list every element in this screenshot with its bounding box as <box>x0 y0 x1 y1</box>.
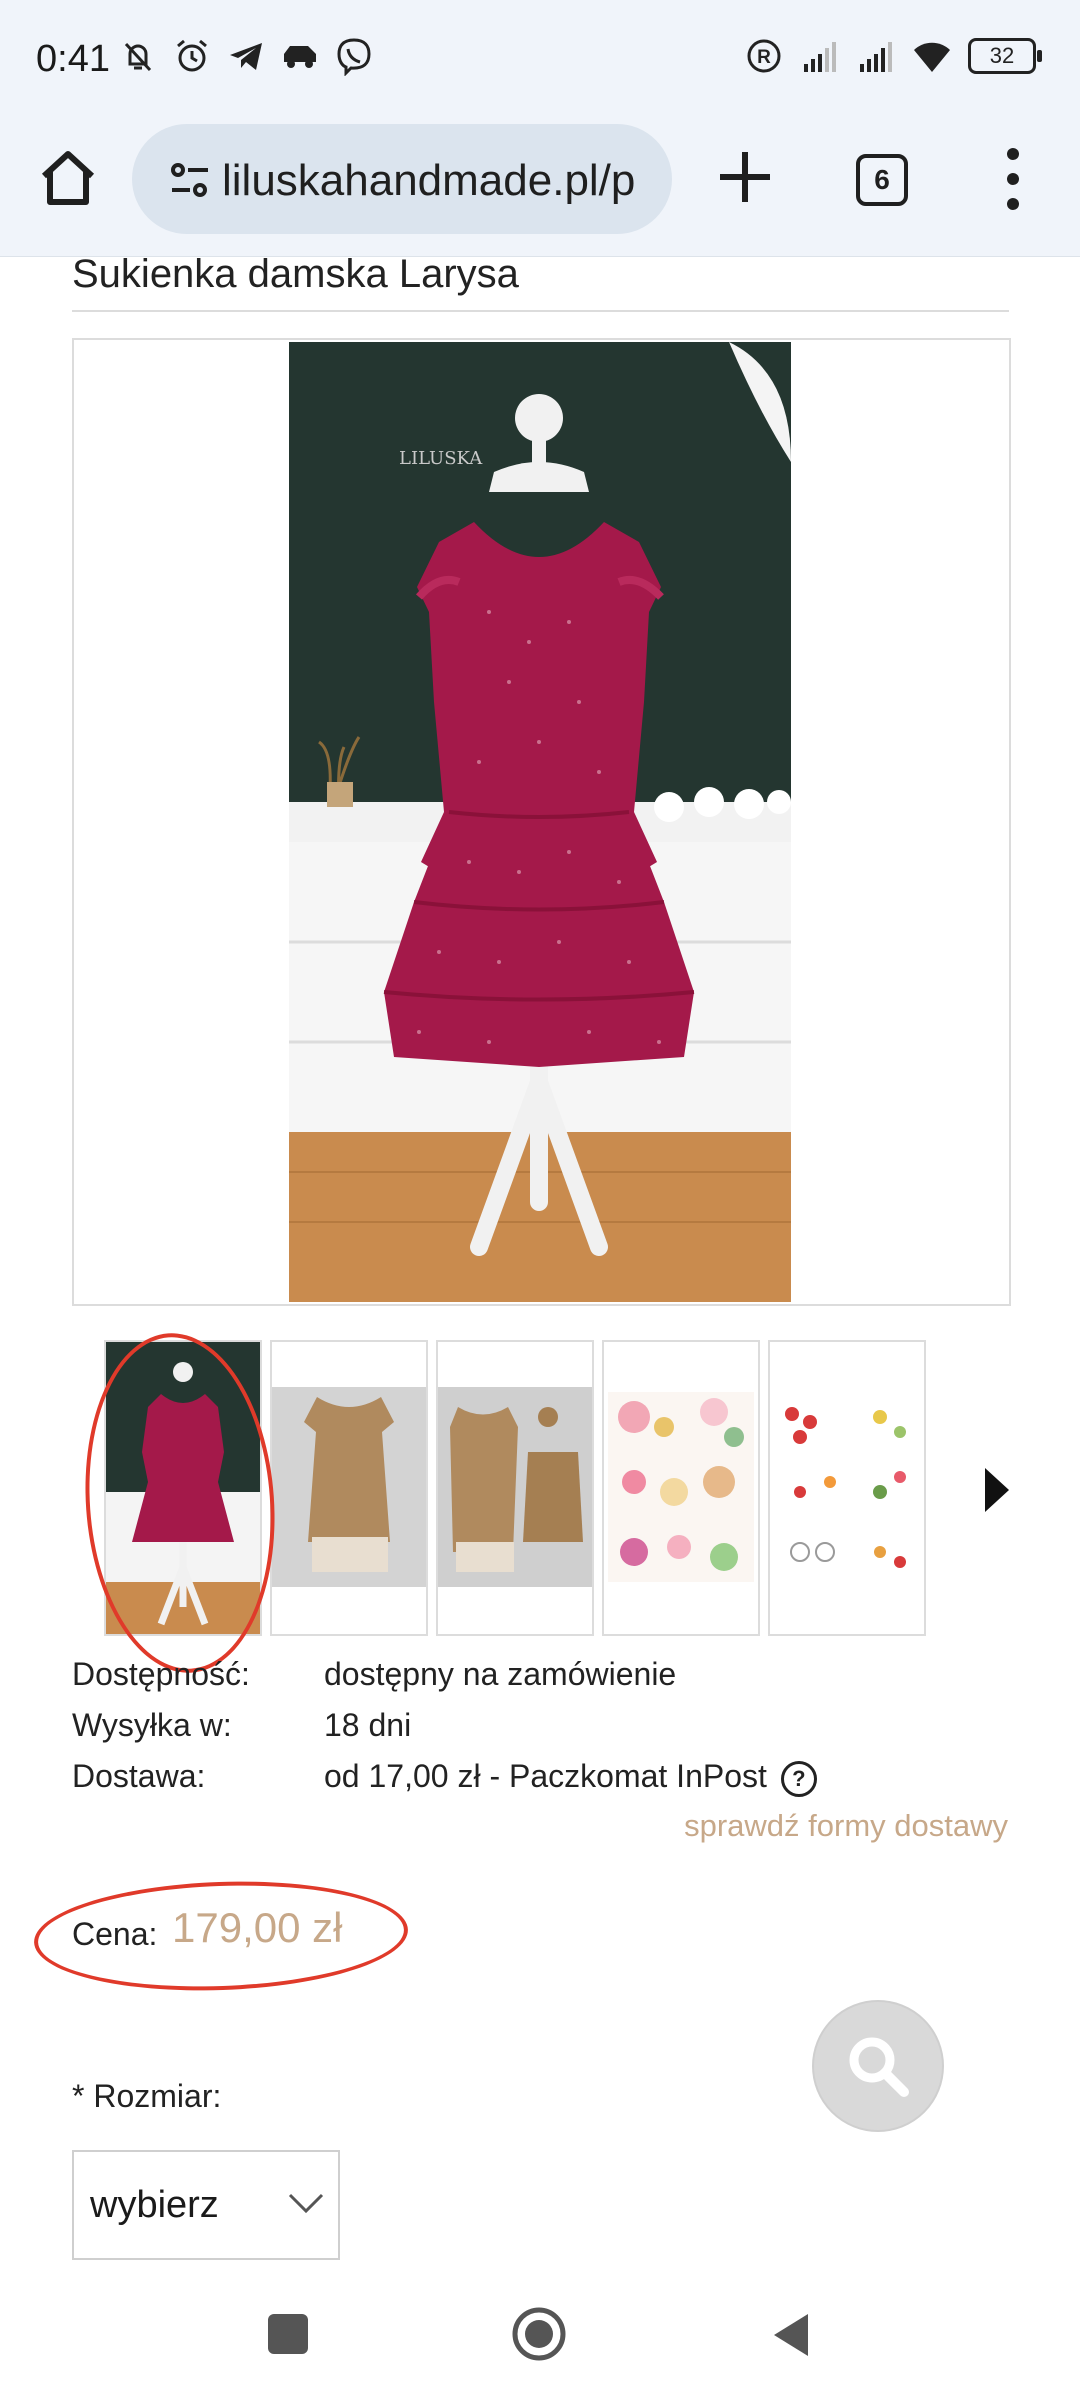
wifi-icon <box>914 42 950 72</box>
url-text[interactable]: liluskahandmade.pl/p <box>222 156 635 206</box>
annotation-circle-price <box>32 1875 410 1997</box>
shipping-time-label: Wysyłka w: <box>72 1707 232 1743</box>
delivery-value-wrap: od 17,00 zł - Paczkomat InPost? <box>324 1758 817 1797</box>
car-icon <box>284 46 316 68</box>
tab-switcher-button[interactable]: 6 <box>856 154 908 206</box>
search-icon <box>849 2037 909 2097</box>
registered-icon: R <box>747 39 781 73</box>
browser-toolbar: liluskahandmade.pl/p 6 <box>0 120 1080 257</box>
availability-label: Dostępność: <box>72 1656 250 1692</box>
help-icon[interactable]: ? <box>780 1760 817 1797</box>
thumbnail-5[interactable] <box>768 1340 926 1636</box>
signal-icon <box>860 42 892 72</box>
availability-value: dostępny na zamówienie <box>324 1656 677 1692</box>
telegram-icon <box>230 43 262 70</box>
back-button[interactable] <box>768 2310 816 2360</box>
thumbnail-4[interactable] <box>602 1340 760 1636</box>
main-product-image[interactable]: LILUSKA <box>72 338 1011 1306</box>
svg-text:R: R <box>757 47 771 68</box>
size-select[interactable]: wybierz <box>72 2150 340 2260</box>
chevron-down-icon <box>288 2193 324 2214</box>
image-watermark: LILUSKA <box>399 448 483 469</box>
next-thumbnail-arrow-icon[interactable] <box>985 1468 1009 1512</box>
thumbnail-2[interactable] <box>270 1340 428 1636</box>
floral-patterns-thumbnail <box>608 1392 754 1582</box>
muted-bell-icon <box>124 42 152 72</box>
size-label: * Rozmiar: <box>72 2078 222 2114</box>
product-title: Sukienka damska Larysa <box>72 252 519 296</box>
beige-dress-front-thumbnail <box>272 1387 426 1587</box>
delivery-options-link[interactable]: sprawdź formy dostawy <box>684 1808 1008 1844</box>
dress-photo: LILUSKA <box>289 342 791 1302</box>
size-select-value: wybierz <box>90 2184 219 2226</box>
alarm-icon <box>177 39 207 72</box>
shipping-time-value: 18 dni <box>324 1707 412 1743</box>
new-tab-icon[interactable] <box>714 146 776 208</box>
home-icon[interactable] <box>36 146 100 210</box>
divider <box>72 310 1009 312</box>
fruit-patterns-thumbnail <box>774 1392 920 1582</box>
status-bar: 0:41 R 32 <box>0 0 1080 120</box>
thumbnail-3[interactable] <box>436 1340 594 1636</box>
more-options-icon[interactable] <box>995 144 1031 214</box>
clock: 0:41 <box>36 38 110 80</box>
site-settings-icon[interactable] <box>168 158 212 202</box>
search-button[interactable] <box>812 2000 944 2132</box>
address-bar[interactable]: liluskahandmade.pl/p <box>132 124 672 234</box>
battery-icon: 32 <box>968 38 1042 74</box>
recents-button[interactable] <box>268 2314 308 2354</box>
delivery-label: Dostawa: <box>72 1758 206 1794</box>
beige-dress-set-thumbnail <box>438 1387 592 1587</box>
home-button[interactable] <box>511 2306 567 2362</box>
viber-icon <box>337 38 371 76</box>
delivery-value: od 17,00 zł - Paczkomat InPost <box>324 1758 767 1794</box>
signal-icon <box>804 42 836 72</box>
